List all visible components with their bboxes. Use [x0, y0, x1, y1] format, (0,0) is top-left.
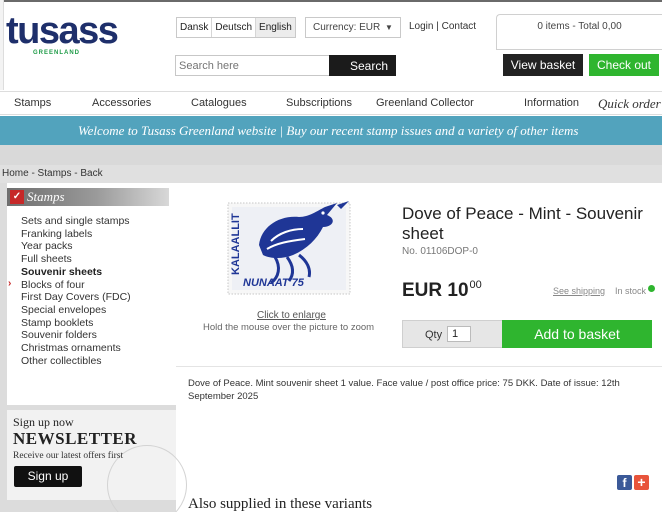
sidebar-item-souvenir-folders[interactable]: Souvenir folders: [21, 329, 131, 342]
sidebar-item-other-collectibles[interactable]: Other collectibles: [21, 355, 131, 368]
product-number: No. 01106DOP-0: [402, 246, 478, 257]
currency-select[interactable]: Currency: EUR ▼: [305, 17, 401, 38]
lang-english[interactable]: English: [256, 18, 295, 37]
click-to-enlarge-link[interactable]: Click to enlarge: [257, 310, 326, 321]
search-input[interactable]: [176, 56, 331, 75]
currency-label: Currency: EUR: [313, 22, 381, 33]
sidebar-item-souvenir-sheets[interactable]: Souvenir sheets: [21, 266, 131, 279]
nav-greenland-collector[interactable]: Greenland Collector: [376, 97, 474, 109]
nav-subscriptions[interactable]: Subscriptions: [286, 97, 352, 109]
quantity-box: Qty 1: [402, 320, 502, 348]
sidebar-item-first-day-covers[interactable]: First Day Covers (FDC): [21, 291, 131, 304]
main-nav: Stamps Accessories Catalogues Subscripti…: [0, 91, 662, 115]
sidebar-heading-label: Stamps: [27, 189, 65, 204]
sidebar-item-franking-labels[interactable]: Franking labels: [21, 228, 131, 241]
price-cents: 00: [469, 279, 482, 291]
logo-wordmark: tusass: [6, 10, 119, 52]
sidebar: ✓ Stamps Sets and single stamps Franking…: [0, 183, 187, 512]
nav-catalogues[interactable]: Catalogues: [191, 97, 247, 109]
product-image[interactable]: KALAALLIT NUNAAT 75: [219, 197, 359, 300]
newsletter-box: Sign up now NEWSLETTER Receive our lates…: [7, 410, 187, 512]
sidebar-item-year-packs[interactable]: Year packs: [21, 240, 131, 253]
zoom-hint: Hold the mouse over the picture to zoom: [203, 322, 375, 333]
check-out-button[interactable]: Check out: [589, 54, 659, 76]
nav-information[interactable]: Information: [524, 97, 579, 109]
breadcrumb[interactable]: Home - Stamps - Back: [0, 165, 662, 183]
newsletter-subtext: Receive our latest offers first: [13, 451, 124, 461]
category-list: Sets and single stamps Franking labels Y…: [21, 215, 131, 367]
newsletter-line1: Sign up now: [13, 415, 74, 429]
price-main: 10: [447, 280, 469, 301]
dove-stamp-image: KALAALLIT NUNAAT 75: [227, 201, 351, 295]
sidebar-heading[interactable]: ✓ Stamps: [7, 188, 169, 206]
sidebar-item-full-sheets[interactable]: Full sheets: [21, 253, 131, 266]
logo-subtitle: GREENLAND: [33, 50, 81, 56]
login-contact-links[interactable]: Login | Contact: [409, 21, 476, 32]
nav-accessories[interactable]: Accessories: [92, 97, 151, 109]
sign-up-button[interactable]: Sign up: [14, 466, 82, 487]
chevron-down-icon: ▼: [385, 23, 393, 32]
window-left-edge: [0, 0, 4, 90]
search-bar: Search: [175, 55, 396, 76]
qty-input[interactable]: 1: [447, 326, 471, 342]
category-panel: ✓ Stamps Sets and single stamps Franking…: [7, 183, 176, 405]
price-currency: EUR: [402, 280, 443, 301]
product-price: EUR 1000: [402, 279, 482, 302]
add-to-basket-button[interactable]: Add to basket: [502, 320, 652, 348]
sidebar-item-christmas-ornaments[interactable]: Christmas ornaments: [21, 342, 131, 355]
view-basket-button[interactable]: View basket: [503, 54, 583, 76]
variants-heading: Also supplied in these variants: [188, 496, 373, 512]
check-icon: ✓: [10, 190, 24, 204]
see-shipping-link[interactable]: See shipping: [553, 286, 605, 296]
sidebar-item-blocks-of-four[interactable]: Blocks of four: [21, 279, 131, 292]
divider: [176, 366, 662, 367]
plus-share-icon[interactable]: +: [634, 475, 649, 490]
language-switcher: Dansk Deutsch English: [176, 17, 296, 38]
newsletter-title: NEWSLETTER: [13, 429, 138, 448]
facebook-share-icon[interactable]: f: [617, 475, 632, 490]
stock-status: In stock: [615, 286, 647, 296]
sidebar-item-sets-and-single-stamps[interactable]: Sets and single stamps: [21, 215, 131, 228]
nav-quick-order[interactable]: Quick order: [598, 96, 661, 112]
sidebar-item-special-envelopes[interactable]: Special envelopes: [21, 304, 131, 317]
window-top-line: [0, 0, 662, 2]
lang-deutsch[interactable]: Deutsch: [212, 18, 257, 37]
site-logo[interactable]: tusass GREENLAND: [6, 10, 119, 56]
stamp-text-kalaallit: KALAALLIT: [230, 213, 242, 275]
product-title: Dove of Peace - Mint - Souvenir sheet: [402, 204, 643, 243]
search-button[interactable]: Search: [329, 55, 396, 76]
nav-stamps[interactable]: Stamps: [14, 97, 51, 109]
lang-dansk[interactable]: Dansk: [177, 18, 213, 37]
product-description: Dove of Peace. Mint souvenir sheet 1 val…: [188, 378, 620, 402]
in-stock-dot-icon: [648, 285, 655, 292]
sidebar-item-stamp-booklets[interactable]: Stamp booklets: [21, 317, 131, 330]
qty-label: Qty: [425, 329, 443, 341]
active-arrow-icon: ›: [8, 278, 12, 289]
welcome-banner: Welcome to Tusass Greenland website | Bu…: [0, 116, 662, 145]
basket-summary[interactable]: 0 items - Total 0,00: [496, 14, 662, 50]
stamp-text-nunaat: NUNAAT 75: [243, 277, 305, 289]
